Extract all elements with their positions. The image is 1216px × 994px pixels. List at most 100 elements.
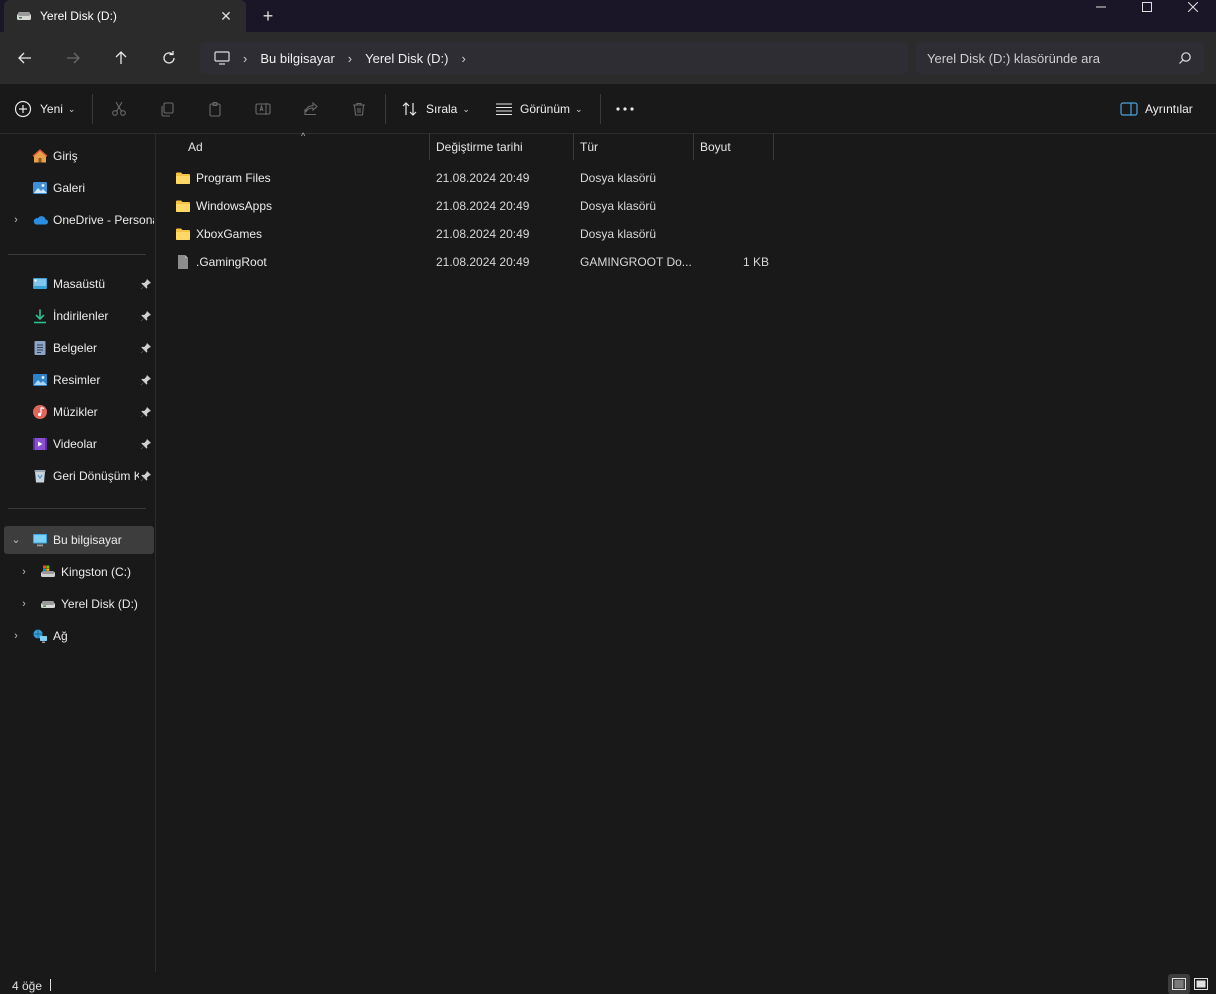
this-pc-icon bbox=[214, 51, 230, 65]
column-resize-handle[interactable] bbox=[693, 134, 694, 160]
column-header-type[interactable]: Tür bbox=[580, 134, 598, 160]
column-resize-handle[interactable] bbox=[773, 134, 774, 160]
file-icon bbox=[178, 255, 188, 269]
close-window-button[interactable] bbox=[1170, 0, 1216, 14]
breadcrumb-local-disk[interactable]: Yerel Disk (D:) bbox=[365, 51, 448, 66]
new-tab-button[interactable]: + bbox=[258, 6, 278, 26]
pin-icon[interactable] bbox=[140, 278, 152, 290]
breadcrumb-chevron-icon[interactable]: › bbox=[461, 51, 465, 66]
rename-icon bbox=[255, 103, 271, 115]
file-size: 1 KB bbox=[743, 255, 770, 269]
search-input[interactable] bbox=[927, 50, 1167, 66]
details-pane-icon bbox=[1120, 102, 1138, 116]
sidebar-item-network[interactable]: › Ağ bbox=[4, 622, 154, 650]
breadcrumb-chevron-icon[interactable]: › bbox=[243, 51, 247, 66]
view-label: Görünüm bbox=[520, 102, 571, 116]
breadcrumb-this-pc[interactable]: Bu bilgisayar bbox=[260, 51, 334, 66]
refresh-button[interactable] bbox=[157, 46, 181, 70]
file-list-view: Ad ^ Değiştirme tarihi Tür Boyut Program… bbox=[157, 131, 1216, 972]
sidebar-item-local-disk-d[interactable]: › Yerel Disk (D:) bbox=[4, 590, 154, 618]
title-bar: Yerel Disk (D:) ✕ + bbox=[0, 0, 1216, 32]
sidebar-item-home[interactable]: Giriş bbox=[4, 142, 154, 170]
chevron-down-icon: ⌄ bbox=[462, 103, 470, 114]
breadcrumb-chevron-icon[interactable]: › bbox=[348, 51, 352, 66]
sidebar-item-this-pc[interactable]: ⌄ Bu bilgisayar bbox=[4, 526, 154, 554]
file-name: WindowsApps bbox=[196, 199, 273, 213]
tab-yerel-disk[interactable]: Yerel Disk (D:) ✕ bbox=[4, 0, 246, 32]
chevron-down-icon[interactable]: ⌄ bbox=[10, 533, 22, 547]
share-button[interactable] bbox=[301, 99, 321, 119]
forward-button[interactable] bbox=[61, 46, 85, 70]
view-button[interactable]: Görünüm ⌄ bbox=[495, 97, 583, 121]
navigation-bar: › Bu bilgisayar › Yerel Disk (D:) › bbox=[0, 32, 1216, 84]
cut-button[interactable] bbox=[109, 99, 129, 119]
file-row[interactable]: .GamingRoot 21.08.2024 20:49 GAMINGROOT … bbox=[169, 248, 779, 276]
file-row[interactable]: Program Files 21.08.2024 20:49 Dosya kla… bbox=[169, 164, 779, 192]
network-icon bbox=[33, 629, 47, 643]
file-row[interactable]: XboxGames 21.08.2024 20:49 Dosya klasörü bbox=[169, 220, 779, 248]
maximize-button[interactable] bbox=[1124, 0, 1170, 14]
search-icon[interactable] bbox=[1178, 51, 1192, 65]
file-name: XboxGames bbox=[196, 227, 263, 241]
videos-icon bbox=[33, 438, 47, 450]
column-resize-handle[interactable] bbox=[573, 134, 574, 160]
sidebar-item-desktop[interactable]: Masaüstü bbox=[4, 270, 154, 298]
sidebar-item-onedrive[interactable]: › OneDrive - Personal bbox=[4, 206, 154, 234]
chevron-right-icon[interactable]: › bbox=[10, 213, 22, 227]
sidebar-item-videos[interactable]: Videolar bbox=[4, 430, 154, 458]
sidebar-item-recycle-bin[interactable]: Geri Dönüşüm Kutusu bbox=[4, 462, 154, 490]
file-row[interactable]: WindowsApps 21.08.2024 20:49 Dosya klasö… bbox=[169, 192, 779, 220]
sidebar-item-music[interactable]: Müzikler bbox=[4, 398, 154, 426]
column-header-size[interactable]: Boyut bbox=[700, 134, 731, 160]
address-bar[interactable]: › Bu bilgisayar › Yerel Disk (D:) › bbox=[200, 42, 908, 74]
pin-icon[interactable] bbox=[140, 406, 152, 418]
sidebar-item-pictures[interactable]: Resimler bbox=[4, 366, 154, 394]
sidebar-item-label: İndirilenler bbox=[53, 309, 109, 323]
chevron-right-icon[interactable]: › bbox=[18, 565, 30, 579]
up-button[interactable] bbox=[109, 46, 133, 70]
copy-button[interactable] bbox=[157, 99, 177, 119]
sidebar-item-documents[interactable]: Belgeler bbox=[4, 334, 154, 362]
status-separator bbox=[50, 979, 51, 991]
close-icon bbox=[1188, 2, 1198, 12]
sidebar-item-kingston-c[interactable]: › Kingston (C:) bbox=[4, 558, 154, 586]
sidebar-item-label: Videolar bbox=[53, 437, 97, 451]
tab-close-icon[interactable]: ✕ bbox=[218, 8, 234, 24]
plus-circle-icon bbox=[14, 100, 32, 118]
paste-button[interactable] bbox=[205, 99, 225, 119]
pin-icon[interactable] bbox=[140, 310, 152, 322]
sidebar-item-label: Kingston (C:) bbox=[61, 565, 132, 579]
back-button[interactable] bbox=[13, 46, 37, 70]
column-header-name[interactable]: Ad bbox=[188, 134, 203, 160]
command-bar: Yeni ⌄ Sırala ⌄ Görünüm ⌄ Ayrıntılar bbox=[0, 84, 1216, 134]
details-view-button[interactable] bbox=[1168, 974, 1190, 994]
toolbar-divider bbox=[600, 94, 601, 124]
chevron-right-icon[interactable]: › bbox=[18, 597, 30, 611]
column-header-date[interactable]: Değiştirme tarihi bbox=[436, 134, 523, 160]
pin-icon[interactable] bbox=[140, 438, 152, 450]
pin-icon[interactable] bbox=[140, 374, 152, 386]
more-options-button[interactable] bbox=[615, 99, 635, 119]
sidebar-item-downloads[interactable]: İndirilenler bbox=[4, 302, 154, 330]
item-count: 4 öğe bbox=[12, 979, 43, 993]
new-button[interactable]: Yeni ⌄ bbox=[14, 97, 75, 121]
sidebar-item-label: Giriş bbox=[53, 149, 78, 163]
column-header-size-label: Boyut bbox=[700, 140, 731, 154]
system-drive-icon bbox=[41, 565, 55, 577]
toolbar-divider bbox=[92, 94, 93, 124]
rename-button[interactable] bbox=[253, 99, 273, 119]
details-pane-button[interactable]: Ayrıntılar bbox=[1120, 97, 1193, 121]
new-label: Yeni bbox=[40, 102, 63, 116]
pin-icon[interactable] bbox=[140, 342, 152, 354]
search-box[interactable] bbox=[916, 42, 1204, 74]
sort-button[interactable]: Sırala ⌄ bbox=[401, 97, 470, 121]
tiles-view-button[interactable] bbox=[1190, 974, 1212, 994]
delete-button[interactable] bbox=[349, 99, 369, 119]
chevron-right-icon[interactable]: › bbox=[10, 629, 22, 643]
sidebar-item-gallery[interactable]: Galeri bbox=[4, 174, 154, 202]
column-resize-handle[interactable] bbox=[429, 134, 430, 160]
minimize-button[interactable] bbox=[1078, 0, 1124, 14]
local-disk-icon bbox=[16, 8, 32, 24]
more-dots-icon bbox=[616, 107, 634, 111]
pin-icon[interactable] bbox=[140, 470, 152, 482]
